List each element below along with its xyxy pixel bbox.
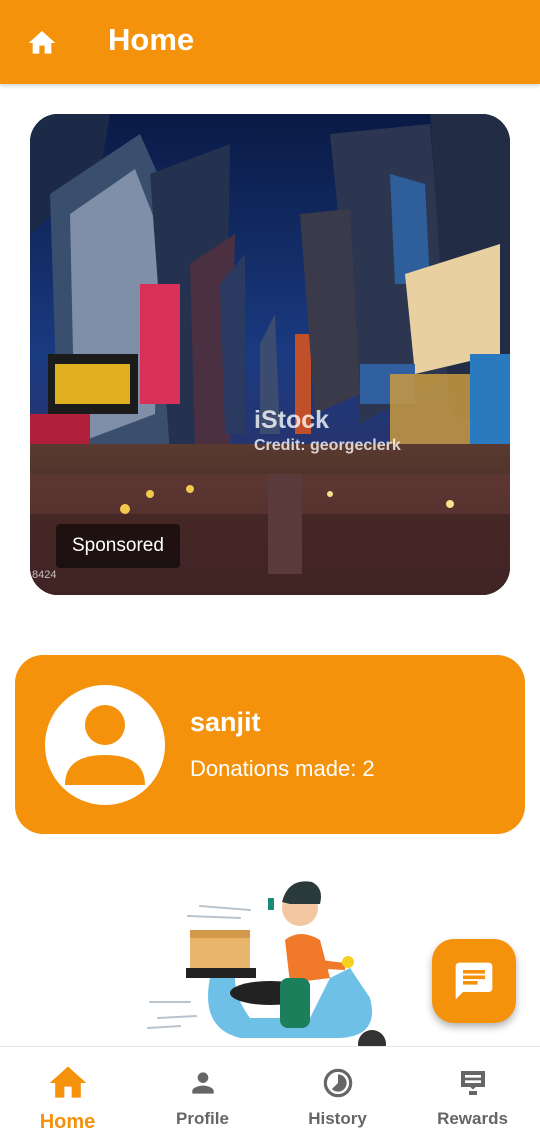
avatar [45, 685, 165, 805]
stock-id: 8424 [32, 569, 57, 581]
app-bar: Home [0, 0, 540, 84]
watermark: iStock Credit: georgeclerk [254, 406, 401, 455]
page-title: Home [108, 22, 195, 57]
nav-item-history[interactable]: History [270, 1047, 405, 1147]
person-icon [65, 705, 145, 785]
profile-card[interactable]: sanjit Donations made: 2 [15, 655, 525, 834]
rewards-icon [460, 1071, 485, 1095]
nav-label-home: Home [39, 1111, 96, 1133]
history-icon [323, 1068, 352, 1098]
delivery-illustration [140, 868, 400, 1046]
chat-icon [455, 962, 493, 1000]
bottom-navigation: Home Profile History Rewards [0, 1046, 540, 1147]
sponsored-ad-image[interactable]: iStock Credit: georgeclerk Sponsored 842… [30, 114, 510, 595]
person-icon [191, 1072, 214, 1094]
home-icon[interactable] [26, 27, 58, 59]
times-square-photo [30, 114, 510, 595]
nav-item-profile[interactable]: Profile [135, 1047, 270, 1147]
watermark-credit: Credit: georgeclerk [254, 437, 401, 454]
nav-item-home[interactable]: Home [0, 1047, 135, 1147]
chat-button[interactable] [432, 939, 516, 1023]
nav-item-rewards[interactable]: Rewards [405, 1047, 540, 1147]
sponsored-badge: Sponsored [56, 524, 180, 568]
watermark-brand: iStock [254, 406, 330, 434]
nav-label-rewards: Rewards [437, 1109, 508, 1128]
nav-label-profile: Profile [176, 1109, 229, 1128]
donations-count: Donations made: 2 [190, 756, 375, 781]
nav-label-history: History [308, 1109, 367, 1128]
home-icon [49, 1066, 86, 1098]
user-name: sanjit [190, 707, 261, 737]
